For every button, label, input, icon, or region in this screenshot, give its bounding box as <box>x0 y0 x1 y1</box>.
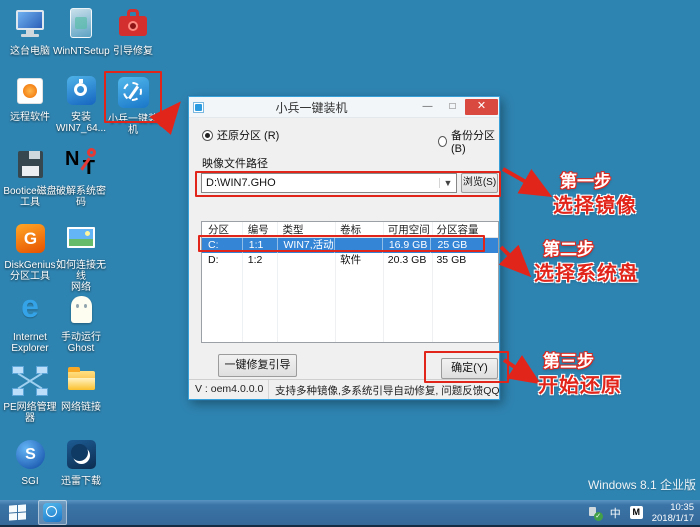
taskbar-app-onekey[interactable] <box>38 500 67 525</box>
arrow-step2 <box>498 244 532 278</box>
table-row-d[interactable]: D: 1:2 软件 20.3 GB 35 GB <box>202 253 498 268</box>
computer-icon <box>10 6 50 44</box>
desktop-icon-winntsetup[interactable]: WinNTSetup <box>53 6 110 57</box>
icon-label: 迅雷下载 <box>61 476 101 487</box>
image-path-value: D:\WIN7.GHO <box>206 177 276 189</box>
start-button[interactable] <box>0 499 34 526</box>
desktop-icon-boot-repair[interactable]: 引导修复 <box>105 6 161 57</box>
image-path-combobox[interactable]: D:\WIN7.GHO ▼ <box>201 173 457 193</box>
radio-restore-partition[interactable]: 还原分区 (R) <box>202 127 279 143</box>
folder-icon <box>61 362 101 400</box>
desktop-icon-remote-software[interactable]: 远程软件 <box>2 72 58 123</box>
minimize-button[interactable]: — <box>415 99 440 115</box>
partition-table: 分区 编号 类型 卷标 可用空间 分区容量 C: 1:1 WIN7,活动 16.… <box>201 221 499 343</box>
desktop-icon-network-link[interactable]: 网络链接 <box>53 362 109 413</box>
onekey-installer-dialog: 小兵一键装机 — □ ✕ 还原分区 (R) 备份分区 (B) 映像文件路径 D:… <box>188 96 500 400</box>
windows-logo-icon <box>8 504 26 521</box>
status-info-text: 支持多种镜像,多系统引导自动修复, 问题反馈QQ群:606616468 <box>275 385 499 397</box>
step2-subtitle: 选择系统盘 <box>534 263 639 285</box>
icon-label: 手动运行 Ghost <box>61 332 101 354</box>
taskbar: ✓ 中 M 10:35 2018/1/17 <box>0 500 700 527</box>
diskgenius-icon: G <box>10 220 50 258</box>
arrow-step1 <box>502 167 553 197</box>
icon-label: WinNTSetup <box>53 46 110 57</box>
radio-unselected-dot <box>438 135 447 147</box>
close-button[interactable]: ✕ <box>465 99 498 115</box>
icon-label: 破解系统密码 <box>56 186 106 208</box>
icon-label: 这台电脑 <box>10 46 50 57</box>
clock-time: 10:35 <box>670 501 694 513</box>
ok-button[interactable]: 确定(Y) <box>441 358 498 379</box>
icon-label: PE网络管理器 <box>3 402 57 424</box>
table-header-row: 分区 编号 类型 卷标 可用空间 分区容量 <box>202 222 498 238</box>
version-text: V : oem4.0.0.0 <box>189 380 269 399</box>
windows-watermark: Windows 8.1 企业版 <box>587 478 696 492</box>
desktop-icon-onekey-installer[interactable]: 小兵一键装机 <box>105 74 161 136</box>
floppy-disk-icon <box>10 146 50 184</box>
icon-label: 网络链接 <box>61 402 101 413</box>
sgi-icon: S <box>10 436 50 474</box>
dialog-titlebar[interactable]: 小兵一键装机 — □ ✕ <box>189 97 499 118</box>
safely-remove-hardware-icon[interactable]: ✓ <box>587 506 603 521</box>
maximize-button[interactable]: □ <box>440 99 465 115</box>
remote-icon <box>10 72 50 110</box>
radio-backup-partition[interactable]: 备份分区 (B) <box>438 127 499 155</box>
ime-indicator[interactable]: 中 <box>610 505 621 521</box>
thunder-bird-icon <box>61 436 101 474</box>
picture-icon <box>61 220 101 258</box>
tray-m-icon[interactable]: M <box>629 506 643 519</box>
partition-mode-radios: 还原分区 (R) 备份分区 (B) <box>189 127 499 155</box>
desktop-icon-wireless-help[interactable]: 如何连接无线 网络 <box>53 220 109 293</box>
desktop-icon-bootice[interactable]: Bootice磁盘 工具 <box>2 146 58 208</box>
icon-label: Bootice磁盘 工具 <box>3 186 57 208</box>
dialog-title: 小兵一键装机 <box>275 100 348 115</box>
icon-label: 安装 WIN7_64... <box>55 112 107 134</box>
icon-label: 远程软件 <box>10 112 50 123</box>
desktop-icon-run-ghost[interactable]: 手动运行 Ghost <box>53 292 109 354</box>
desktop-icon-install-win7[interactable]: 安装 WIN7_64... <box>53 72 109 134</box>
dialog-statusbar: V : oem4.0.0.0 支持多种镜像,多系统引导自动修复, 问题反馈QQ群… <box>189 379 499 399</box>
icon-label: 小兵一键装机 <box>108 114 158 136</box>
toolbox-icon <box>113 6 153 44</box>
desktop-icon-pe-network-manager[interactable]: PE网络管理器 <box>2 362 58 424</box>
taskbar-clock[interactable]: 10:35 2018/1/17 <box>652 502 694 524</box>
step1-subtitle: 选择镜像 <box>553 195 637 217</box>
icon-label: 如何连接无线 网络 <box>56 260 106 293</box>
desktop-icon-internet-explorer[interactable]: e Internet Explorer <box>2 288 58 354</box>
desktop-icon-crack-password[interactable]: NT 破解系统密码 <box>53 146 109 208</box>
nt-key-icon: NT <box>65 148 96 179</box>
image-path-label: 映像文件路径 <box>202 158 268 170</box>
network-diagram-icon <box>10 362 50 400</box>
ghost-icon <box>61 292 101 330</box>
browse-button[interactable]: 浏览(S) <box>461 173 498 193</box>
desktop-icon-this-pc[interactable]: 这台电脑 <box>2 6 58 57</box>
glass-box-icon <box>61 6 101 44</box>
desktop-icon-sgi[interactable]: S SGI <box>2 436 58 487</box>
clock-date: 2018/1/17 <box>651 512 694 524</box>
icon-label: SGI <box>21 476 39 487</box>
chevron-down-icon[interactable]: ▼ <box>439 178 456 188</box>
arrow-icon-to-dialog <box>149 101 181 135</box>
radio-selected-dot <box>202 129 213 141</box>
onekey-app-icon-small <box>43 503 62 522</box>
step3-subtitle: 开始还原 <box>538 375 622 397</box>
desktop-icon-thunder-download[interactable]: 迅雷下载 <box>53 436 109 487</box>
icon-label: Internet Explorer <box>11 332 49 354</box>
table-row-c-selected[interactable]: C: 1:1 WIN7,活动 16.9 GB 25 GB <box>202 238 498 253</box>
dialog-app-icon <box>193 101 204 113</box>
onekey-app-icon <box>113 74 153 112</box>
arrow-step3 <box>502 355 542 385</box>
icon-label: 引导修复 <box>113 46 153 57</box>
ie-icon: e <box>21 288 39 324</box>
system-tray: ✓ 中 M 10:35 2018/1/17 <box>587 502 700 524</box>
icon-label: DiskGenius 分区工具 <box>4 260 56 282</box>
repair-boot-button[interactable]: 一键修复引导 <box>218 354 297 377</box>
desktop-icon-diskgenius[interactable]: G DiskGenius 分区工具 <box>2 220 58 282</box>
gear-icon <box>61 72 101 110</box>
